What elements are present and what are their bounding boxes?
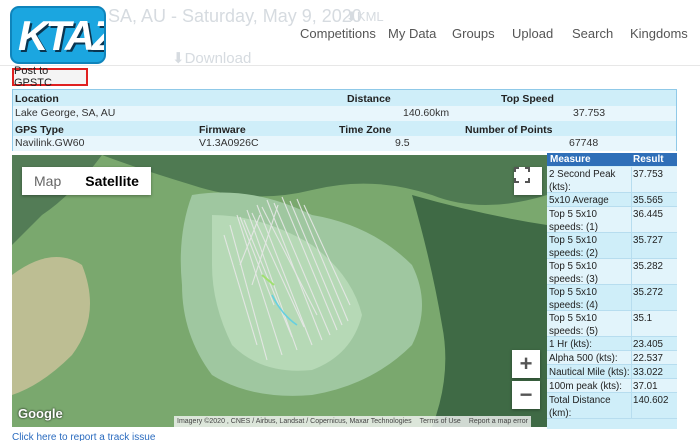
measure-header: Measure bbox=[550, 154, 591, 165]
map-type-satellite-button[interactable]: Satellite bbox=[73, 167, 151, 195]
measure-row: 1 Hr (kts): 23.405 bbox=[547, 337, 677, 351]
zoom-in-button[interactable]: + bbox=[512, 350, 540, 378]
measure-label: Top 5 5x10 speeds: (1) bbox=[549, 209, 599, 233]
time-zone-label: Time Zone bbox=[339, 124, 392, 136]
fullscreen-button[interactable] bbox=[514, 167, 542, 195]
measure-value: 23.405 bbox=[633, 339, 663, 350]
measure-value: 22.537 bbox=[633, 353, 663, 364]
nav-upload[interactable]: Upload bbox=[512, 26, 553, 41]
result-header: Result bbox=[633, 154, 664, 165]
kml-link-faded[interactable]: ⬇KML bbox=[346, 9, 384, 25]
measure-column-divider bbox=[631, 311, 632, 336]
measure-column-divider bbox=[631, 351, 632, 364]
measure-column-divider bbox=[631, 285, 632, 310]
measure-value: 140.602 bbox=[633, 395, 669, 406]
measure-value: 35.565 bbox=[633, 195, 663, 206]
nav-search[interactable]: Search bbox=[572, 26, 613, 41]
measure-label: Top 5 5x10 speeds: (3) bbox=[549, 261, 599, 285]
measure-results-table: Measure Result 2 Second Peak (kts): 37.75… bbox=[547, 153, 677, 429]
nav-groups[interactable]: Groups bbox=[452, 26, 495, 41]
location-value: Lake George, SA, AU bbox=[15, 107, 116, 119]
nav-my-data[interactable]: My Data bbox=[388, 26, 436, 41]
measure-label: Top 5 5x10 speeds: (4) bbox=[549, 287, 599, 311]
measure-column-divider bbox=[631, 207, 632, 232]
firmware-label: Firmware bbox=[199, 124, 246, 136]
logo-text: KTAZ bbox=[18, 12, 106, 59]
measure-label: Top 5 5x10 speeds: (2) bbox=[549, 235, 599, 259]
measure-row: Alpha 500 (kts): 22.537 bbox=[547, 351, 677, 365]
measure-label: 2 Second Peak (kts): bbox=[549, 169, 616, 193]
measure-label: Top 5 5x10 speeds: (5) bbox=[549, 313, 599, 337]
kml-label: KML bbox=[356, 9, 384, 24]
nav-competitions[interactable]: Competitions bbox=[300, 26, 376, 41]
measure-label: 1 Hr (kts): bbox=[549, 339, 592, 350]
measure-label: 100m peak (kts): bbox=[549, 381, 622, 392]
measure-label: Alpha 500 (kts): bbox=[549, 353, 618, 364]
gps-type-label: GPS Type bbox=[15, 124, 64, 136]
measure-column-divider bbox=[631, 365, 632, 378]
session-title-faded: SA, AU - Saturday, May 9, 2020 bbox=[108, 6, 362, 26]
measure-column-divider bbox=[631, 233, 632, 258]
measure-column-divider bbox=[631, 337, 632, 350]
report-map-error-link[interactable]: Report a map error bbox=[469, 416, 528, 427]
google-logo: Google bbox=[18, 406, 63, 421]
measure-row: 5x10 Average (kts):35.565 bbox=[547, 193, 677, 219]
number-of-points-label: Number of Points bbox=[465, 124, 553, 136]
top-speed-label: Top Speed bbox=[501, 93, 554, 105]
measure-column-divider bbox=[631, 193, 632, 206]
info-value-row-1: Lake George, SA, AU 140.60km 37.753 bbox=[13, 106, 676, 121]
measure-value: 37.01 bbox=[633, 381, 658, 392]
measure-row: 100m peak (kts): 37.01 bbox=[547, 379, 677, 393]
measure-row: Top 5 5x10 speeds: (1) 36.445 bbox=[547, 207, 677, 233]
measure-row: Top 5 5x10 speeds: (3) 35.282 bbox=[547, 259, 677, 285]
measure-table-header: Measure Result bbox=[547, 153, 677, 166]
track-info-table: Location Distance Top Speed Lake George,… bbox=[12, 89, 677, 151]
gps-type-value: Navilink.GW60 bbox=[15, 137, 85, 149]
measure-value: 37.753 bbox=[633, 169, 663, 180]
measure-value: 35.282 bbox=[633, 261, 663, 272]
firmware-value: V1.3A0926C bbox=[199, 137, 259, 149]
measure-row: Total Distance (km): 140.602 bbox=[547, 393, 677, 419]
map-type-map-button[interactable]: Map bbox=[22, 167, 73, 195]
number-of-points-value: 67748 bbox=[569, 137, 599, 149]
distance-label: Distance bbox=[347, 93, 391, 105]
measure-value: 35.727 bbox=[633, 235, 663, 246]
measure-row: Top 5 5x10 speeds: (4) 35.272 bbox=[547, 285, 677, 311]
measure-value: 33.022 bbox=[633, 367, 663, 378]
time-zone-value: 9.5 bbox=[395, 137, 410, 149]
info-value-row-2: Navilink.GW60 V1.3A0926C 9.5 67748 bbox=[13, 136, 676, 151]
report-track-issue-link[interactable]: Click here to report a track issue bbox=[12, 432, 155, 441]
satellite-imagery bbox=[12, 155, 547, 427]
info-header-row-1: Location Distance Top Speed bbox=[13, 92, 676, 107]
measure-value: 36.445 bbox=[633, 209, 663, 220]
post-to-gpstc-button[interactable]: Post to GPSTC bbox=[12, 65, 88, 89]
measure-column-divider bbox=[631, 167, 632, 192]
measure-row: Top 5 5x10 speeds: (5) 35.1 bbox=[547, 311, 677, 337]
measure-label: Nautical Mile (kts): bbox=[549, 367, 630, 378]
measure-row: 2 Second Peak (kts): 37.753 bbox=[547, 167, 677, 193]
measure-column-divider bbox=[631, 379, 632, 392]
location-label: Location bbox=[15, 93, 59, 105]
distance-value: 140.60km bbox=[403, 107, 450, 119]
terms-of-use-link[interactable]: Terms of Use bbox=[420, 416, 461, 427]
header-divider bbox=[0, 65, 700, 66]
measure-column-divider bbox=[631, 259, 632, 284]
measure-value: 35.1 bbox=[633, 313, 653, 324]
top-speed-value: 37.753 bbox=[573, 107, 606, 119]
map-attribution: Imagery ©2020 , CNES / Airbus, Landsat /… bbox=[174, 416, 531, 427]
zoom-out-button[interactable]: − bbox=[512, 381, 540, 409]
satellite-map[interactable]: Map Satellite + − Google Imagery ©2020 ,… bbox=[12, 155, 547, 427]
attribution-text: Imagery ©2020 , CNES / Airbus, Landsat /… bbox=[177, 418, 412, 425]
measure-label: Total Distance (km): bbox=[549, 395, 611, 419]
measure-value: 35.272 bbox=[633, 287, 663, 298]
measure-row: Nautical Mile (kts): 33.022 bbox=[547, 365, 677, 379]
measure-row: Top 5 5x10 speeds: (2) 35.727 bbox=[547, 233, 677, 259]
nav-kingdoms[interactable]: Kingdoms bbox=[630, 26, 688, 41]
map-type-control: Map Satellite bbox=[22, 167, 151, 195]
fullscreen-icon bbox=[514, 167, 530, 183]
ka72-logo[interactable]: KTAZ bbox=[10, 6, 106, 64]
measure-column-divider bbox=[631, 393, 632, 418]
